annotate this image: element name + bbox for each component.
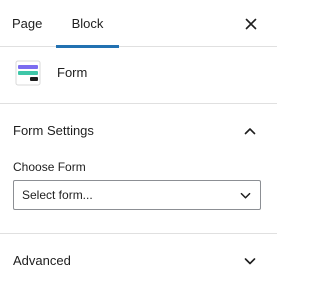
advanced-panel-toggle[interactable]: Advanced <box>0 234 277 281</box>
close-button[interactable] <box>243 16 259 32</box>
choose-form-label: Choose Form <box>13 160 86 174</box>
block-card: Form <box>0 47 277 104</box>
chevron-down-icon <box>244 258 256 265</box>
choose-form-select[interactable]: Select form... <box>13 180 261 210</box>
chevron-up-icon <box>244 128 256 135</box>
form-block-icon <box>15 60 41 86</box>
tab-block[interactable]: Block <box>56 0 119 48</box>
advanced-title: Advanced <box>13 253 71 268</box>
sidebar-tabs: Page Block <box>0 0 277 48</box>
chevron-down-icon <box>240 192 251 199</box>
select-value: Select form... <box>22 188 93 202</box>
block-inspector-sidebar: Page Block Form Form Settings Choose For… <box>0 0 277 281</box>
tab-page[interactable]: Page <box>12 0 42 47</box>
form-settings-title: Form Settings <box>13 123 94 138</box>
close-icon <box>245 18 257 30</box>
block-title: Form <box>57 65 88 80</box>
form-settings-panel-toggle[interactable]: Form Settings <box>0 104 277 158</box>
